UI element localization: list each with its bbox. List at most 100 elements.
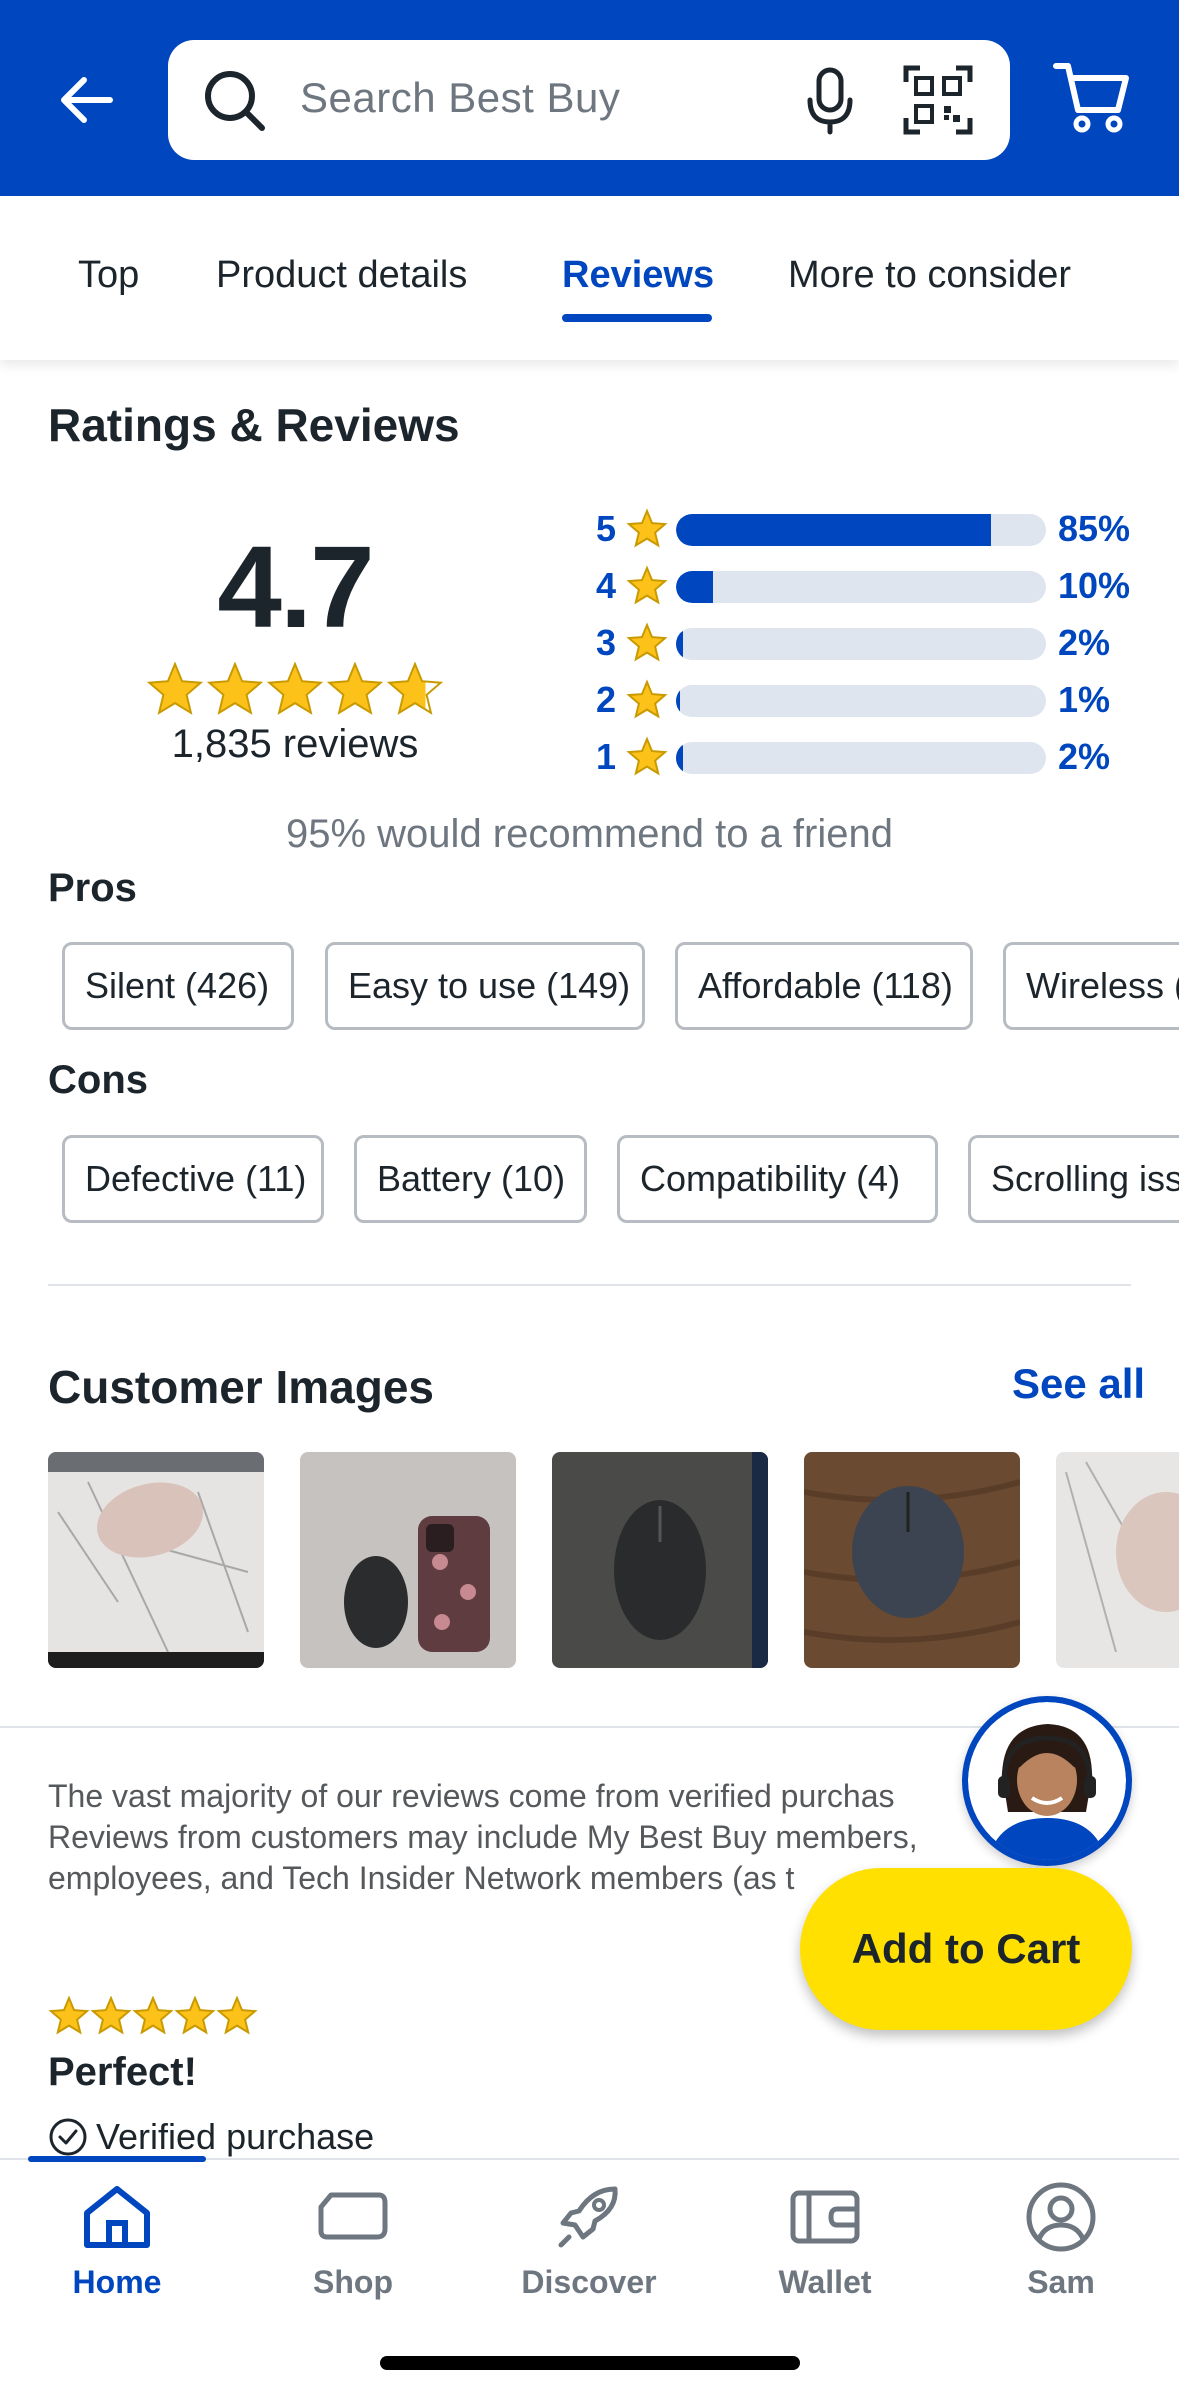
rating-row-stars: 2 xyxy=(596,679,617,720)
profile-icon xyxy=(1026,2182,1096,2252)
star-icon xyxy=(48,1996,90,2035)
rating-row-percent: 10% xyxy=(1058,565,1131,606)
star-icon xyxy=(626,679,668,719)
tab-more-to-consider[interactable]: More to consider xyxy=(788,254,1071,297)
star-icon xyxy=(326,662,384,715)
review-count[interactable]: 1,835 reviews xyxy=(100,722,490,767)
rating-row-stars: 1 xyxy=(596,736,617,777)
rating-bar xyxy=(676,514,1046,546)
agent-avatar-icon xyxy=(968,1702,1126,1860)
customer-image-thumb[interactable] xyxy=(48,1452,264,1668)
ratings-title: Ratings & Reviews xyxy=(48,399,460,451)
star-icon xyxy=(626,736,668,776)
star-icon xyxy=(206,662,264,715)
back-arrow-icon xyxy=(61,77,113,123)
average-stars xyxy=(146,662,444,715)
nav-label: Discover xyxy=(521,2264,657,2300)
rating-bar xyxy=(676,571,1046,603)
average-rating: 4.7 xyxy=(217,522,374,652)
add-to-cart-button[interactable]: Add to Cart xyxy=(800,1868,1132,2030)
disclaimer-line: The vast majority of our reviews come fr… xyxy=(48,1778,895,1814)
customer-image-thumb[interactable] xyxy=(300,1452,516,1668)
star-icon xyxy=(132,1996,174,2035)
con-chip[interactable]: Scrolling iss xyxy=(968,1135,1179,1223)
recommend-text: 95% would recommend to a friend xyxy=(286,812,893,856)
nav-label: Shop xyxy=(313,2264,393,2300)
review-stars xyxy=(48,1996,258,2035)
rating-row-stars: 4 xyxy=(596,565,617,606)
pro-chip[interactable]: Affordable (118) xyxy=(675,942,973,1030)
pro-chip[interactable]: Wireless ( xyxy=(1003,942,1179,1030)
chat-agent-button[interactable] xyxy=(962,1696,1132,1866)
rating-row-percent: 1% xyxy=(1058,679,1111,720)
con-chip[interactable]: Compatibility (4) xyxy=(617,1135,938,1223)
microphone-icon[interactable] xyxy=(804,66,856,136)
nav-wallet[interactable]: Wallet xyxy=(725,2174,925,2301)
rating-bar-fill xyxy=(676,685,681,717)
nav-shop[interactable]: Shop xyxy=(253,2174,453,2301)
back-button[interactable] xyxy=(48,62,124,138)
rating-row-percent: 2% xyxy=(1058,736,1111,777)
pros-label: Pros xyxy=(48,866,137,910)
nav-home[interactable]: Home xyxy=(17,2174,217,2301)
pro-chip[interactable]: Easy to use (149) xyxy=(325,942,645,1030)
star-icon xyxy=(626,565,668,605)
star-icon xyxy=(146,662,204,715)
verified-purchase: Verified purchase xyxy=(48,2116,374,2158)
pro-chip[interactable]: Silent (426) xyxy=(62,942,294,1030)
home-icon xyxy=(84,2186,150,2248)
search-icon xyxy=(205,71,265,131)
star-icon xyxy=(174,1996,216,2035)
rating-row-stars: 3 xyxy=(596,622,617,663)
rating-bar xyxy=(676,628,1046,660)
cart-icon xyxy=(1053,63,1129,133)
discover-icon xyxy=(558,2186,618,2248)
rating-row-stars: 5 xyxy=(596,508,617,549)
rating-bar xyxy=(676,685,1046,717)
tab-reviews[interactable]: Reviews xyxy=(562,254,714,297)
star-icon xyxy=(266,662,324,715)
section-tabs: Top Product details Reviews More to cons… xyxy=(0,196,1179,360)
search-input[interactable]: Search Best Buy xyxy=(168,40,1010,160)
rating-bar xyxy=(676,742,1046,774)
wallet-icon xyxy=(790,2190,860,2244)
rating-bar-fill xyxy=(676,571,713,603)
nav-label: Home xyxy=(72,2264,162,2300)
active-tab-indicator xyxy=(562,314,712,322)
disclaimer-line: Reviews from customers may include My Be… xyxy=(48,1819,918,1855)
nav-profile[interactable]: Sam xyxy=(961,2174,1161,2301)
customer-image-thumb[interactable] xyxy=(804,1452,1020,1668)
nav-discover[interactable]: Discover xyxy=(489,2174,689,2301)
star-icon xyxy=(90,1996,132,2035)
shop-icon xyxy=(318,2192,388,2240)
con-chip[interactable]: Battery (10) xyxy=(354,1135,587,1223)
home-indicator xyxy=(380,2356,800,2370)
checkmark-circle-icon xyxy=(49,2118,87,2156)
customer-image-thumb[interactable] xyxy=(1056,1452,1179,1668)
section-divider xyxy=(48,1284,1131,1286)
rating-bar-fill xyxy=(676,742,684,774)
tab-product-details[interactable]: Product details xyxy=(216,254,467,297)
active-nav-indicator xyxy=(28,2156,206,2162)
rating-bar-fill xyxy=(676,514,991,546)
customer-images-title: Customer Images xyxy=(48,1361,435,1413)
tab-top[interactable]: Top xyxy=(78,254,139,297)
qr-scan-icon[interactable] xyxy=(902,64,974,136)
cart-button[interactable] xyxy=(1052,56,1132,141)
star-icon xyxy=(626,508,668,548)
search-placeholder: Search Best Buy xyxy=(300,74,621,121)
star-icon xyxy=(626,622,668,662)
rating-row-percent: 85% xyxy=(1058,508,1131,549)
see-all-link[interactable]: See all xyxy=(1012,1360,1145,1408)
nav-label: Wallet xyxy=(778,2264,872,2300)
star-icon xyxy=(216,1996,258,2035)
star-icon xyxy=(386,662,444,715)
cons-label: Cons xyxy=(48,1058,148,1102)
rating-bar-fill xyxy=(676,628,684,660)
rating-row-percent: 2% xyxy=(1058,622,1111,663)
verified-label: Verified purchase xyxy=(96,2116,375,2157)
top-header: Search Best Buy xyxy=(0,0,1179,196)
customer-image-thumb[interactable] xyxy=(552,1452,768,1668)
review-title: Perfect! xyxy=(48,2050,197,2094)
con-chip[interactable]: Defective (11) xyxy=(62,1135,324,1223)
